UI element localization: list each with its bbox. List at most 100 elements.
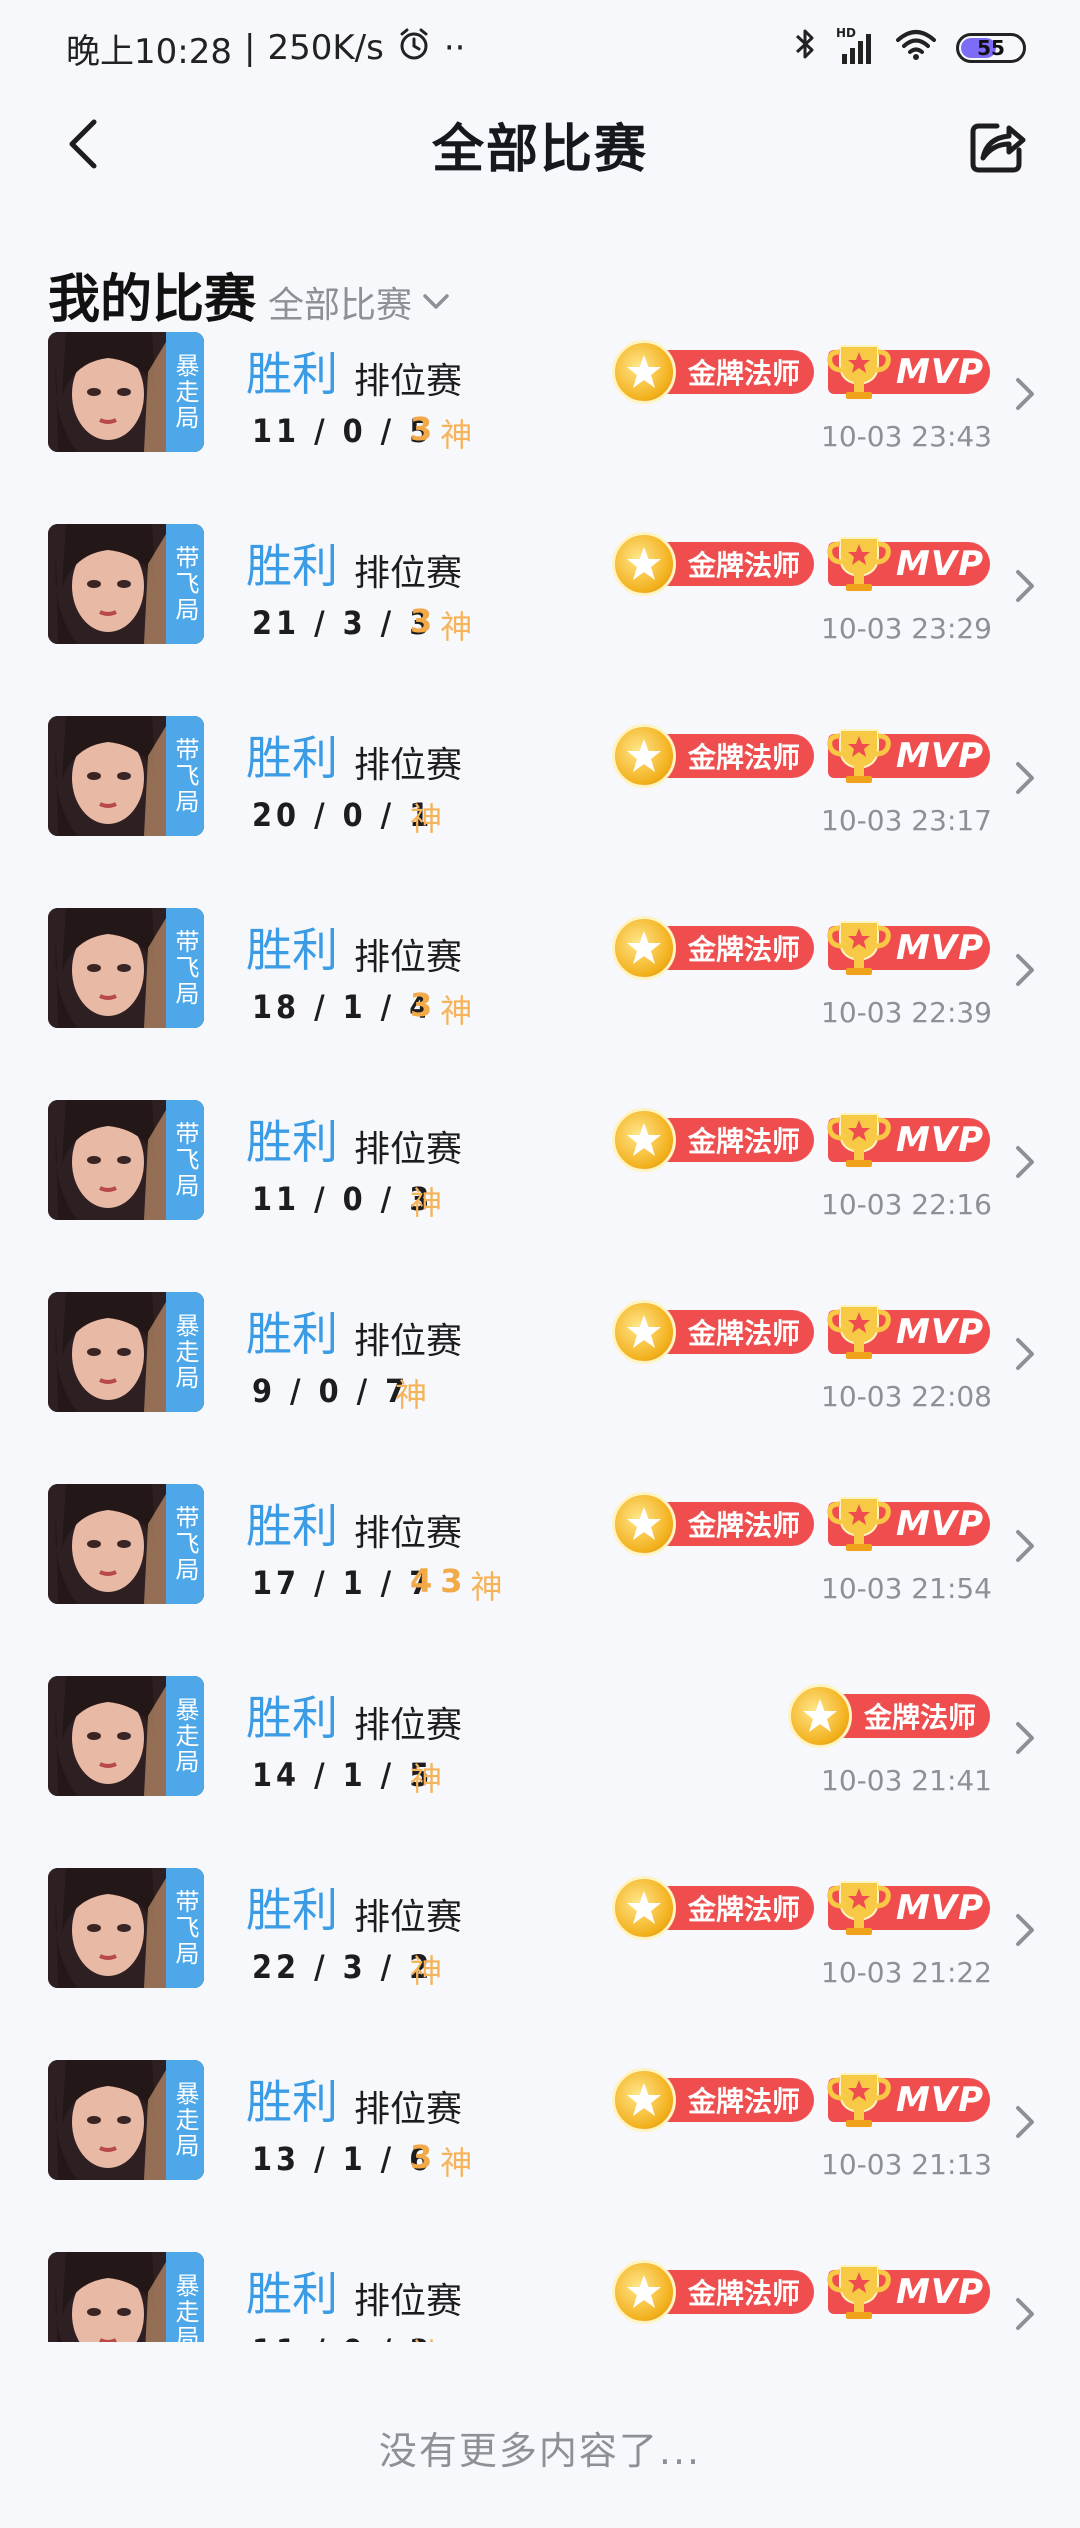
mvp-badge-label: MVP (896, 928, 985, 968)
trophy-icon (827, 2265, 891, 2319)
match-row[interactable]: 暴走局 胜利 排位赛 13 / 1 / 6 3神 金牌法师 MVP 10-03 2… (0, 2032, 1080, 2224)
gold-badge-label: 金牌法师 (688, 933, 801, 966)
hero-avatar: 暴走局 (48, 2252, 204, 2342)
mvp-badge-label: MVP (896, 352, 985, 392)
match-result: 胜利 (246, 2267, 338, 2321)
match-type: 排位赛 (354, 1321, 463, 1362)
match-row[interactable]: 带飞局 胜利 排位赛 17 / 1 / 7 43神 金牌法师 MVP 10-03 … (0, 1456, 1080, 1648)
match-row[interactable]: 暴走局 胜利 排位赛 11 / 0 / 3 神 金牌法师 MVP 10-03 21… (0, 2224, 1080, 2342)
match-mode-tag: 暴走局 (166, 2060, 204, 2180)
hero-avatar: 带飞局 (48, 908, 204, 1028)
chevron-right-icon (1016, 378, 1034, 410)
match-row[interactable]: 暴走局 胜利 排位赛 14 / 1 / 5 神 金牌法师 10-03 21:41 (0, 1648, 1080, 1840)
match-row[interactable]: 带飞局 胜利 排位赛 11 / 0 / 3 神 金牌法师 MVP 10-03 22… (0, 1072, 1080, 1264)
chevron-right-icon (1016, 1530, 1034, 1562)
match-row[interactable]: 暴走局 胜利 排位赛 9 / 0 / 7 神 金牌法师 MVP 10-03 22:… (0, 1264, 1080, 1456)
honor-count: 3 (440, 1562, 463, 1600)
trophy-icon (827, 921, 891, 975)
match-mode-tag: 带飞局 (166, 1100, 204, 1220)
match-mode-tag: 带飞局 (166, 1484, 204, 1604)
trophy-icon (827, 1497, 891, 1551)
medal-icon (612, 532, 676, 596)
match-mode-tag: 带飞局 (166, 716, 204, 836)
honor-marks: 43神 (410, 1562, 503, 1608)
badge-group: 金牌法师 MVP (612, 2068, 990, 2132)
badge-group: 金牌法师 MVP (612, 340, 990, 404)
match-mode-tag: 暴走局 (166, 1676, 204, 1796)
signal-icon: HD (836, 26, 876, 66)
match-list: 暴走局 胜利 排位赛 11 / 0 / 5 3神 金牌法师 MVP 10-03 2… (0, 332, 1080, 2342)
match-row[interactable]: 带飞局 胜利 排位赛 20 / 0 / 1 神 金牌法师 MVP 10-03 23… (0, 688, 1080, 880)
gold-badge-label: 金牌法师 (864, 1701, 977, 1734)
match-result: 胜利 (246, 731, 338, 785)
chevron-right-icon (1016, 1338, 1034, 1370)
gold-mage-badge: 金牌法师 (612, 1108, 814, 1172)
god-honor-label: 神 (440, 416, 473, 454)
hero-avatar: 暴走局 (48, 2060, 204, 2180)
mvp-badge: MVP (827, 345, 990, 399)
hero-avatar: 暴走局 (48, 332, 204, 452)
chevron-right-icon (1016, 1146, 1034, 1178)
match-filter-dropdown[interactable]: 全部比赛 (268, 276, 450, 328)
honor-marks: 神 (395, 1370, 427, 1416)
honor-marks: 3神 (410, 602, 472, 648)
honor-count: 3 (410, 410, 433, 448)
share-button[interactable] (966, 114, 1030, 178)
match-time: 10-03 21:54 (821, 1572, 992, 1605)
chevron-right-icon (1016, 2106, 1034, 2138)
kda-score: 11 / 0 / 3 (252, 1180, 434, 1218)
god-honor-label: 神 (470, 1568, 503, 1606)
kda-score: 11 / 0 / 3 (252, 2332, 433, 2342)
kda-score: 21 / 3 / 3 (252, 604, 434, 642)
badge-group: 金牌法师 MVP (612, 532, 990, 596)
mvp-badge-label: MVP (896, 1504, 985, 1544)
honor-marks: 3神 (410, 410, 472, 456)
mvp-badge-label: MVP (896, 544, 985, 584)
medal-icon (612, 1876, 676, 1940)
match-row[interactable]: 带飞局 胜利 排位赛 22 / 3 / 2 神 金牌法师 MVP 10-03 21… (0, 1840, 1080, 2032)
gold-mage-badge: 金牌法师 (612, 1876, 814, 1940)
kda-score: 14 / 1 / 5 (252, 1756, 434, 1794)
honor-count: 3 (410, 602, 433, 640)
match-mode-tag: 暴走局 (166, 332, 204, 452)
back-button[interactable] (54, 114, 114, 174)
hero-avatar: 带飞局 (48, 524, 204, 644)
badge-group: 金牌法师 MVP (612, 1876, 990, 1940)
god-honor-label: 神 (440, 992, 473, 1030)
battery-percent: 55 (977, 36, 1005, 60)
gold-badge-label: 金牌法师 (688, 1125, 801, 1158)
medal-icon (788, 1684, 852, 1748)
match-type: 排位赛 (354, 1513, 463, 1554)
match-result: 胜利 (246, 539, 338, 593)
trophy-icon (827, 345, 891, 399)
match-result: 胜利 (246, 1691, 338, 1745)
mvp-badge: MVP (827, 1305, 990, 1359)
gold-badge-label: 金牌法师 (688, 741, 801, 774)
match-row[interactable]: 暴走局 胜利 排位赛 11 / 0 / 5 3神 金牌法师 MVP 10-03 2… (0, 332, 1080, 496)
match-result: 胜利 (246, 1499, 338, 1553)
match-row[interactable]: 带飞局 胜利 排位赛 21 / 3 / 3 3神 金牌法师 MVP 10-03 2… (0, 496, 1080, 688)
status-divider: | (243, 28, 256, 68)
chevron-right-icon (1016, 1914, 1034, 1946)
match-time: 10-03 23:17 (821, 804, 992, 837)
badge-group: 金牌法师 MVP (612, 724, 990, 788)
trophy-icon (827, 1881, 891, 1935)
medal-icon (612, 724, 676, 788)
alarm-icon (396, 26, 432, 71)
honor-marks: 神 (410, 2330, 442, 2342)
match-row[interactable]: 带飞局 胜利 排位赛 18 / 1 / 4 3神 金牌法师 MVP 10-03 2… (0, 880, 1080, 1072)
mvp-badge: MVP (827, 1497, 990, 1551)
gold-mage-badge: 金牌法师 (612, 340, 814, 404)
match-result: 胜利 (246, 347, 338, 401)
god-honor-label: 神 (410, 1760, 443, 1798)
status-right: HD 55 (792, 26, 1026, 71)
honor-marks: 神 (410, 794, 442, 840)
gold-mage-badge: 金牌法师 (612, 2068, 814, 2132)
match-mode-tag: 带飞局 (166, 908, 204, 1028)
status-left: 晚上10:28 | 250K/s ·· (66, 24, 465, 73)
badge-group: 金牌法师 MVP (612, 916, 990, 980)
match-mode-tag: 带飞局 (166, 524, 204, 644)
match-result: 胜利 (246, 923, 338, 977)
match-time: 10-03 22:16 (821, 1188, 992, 1221)
chevron-right-icon (1016, 762, 1034, 794)
